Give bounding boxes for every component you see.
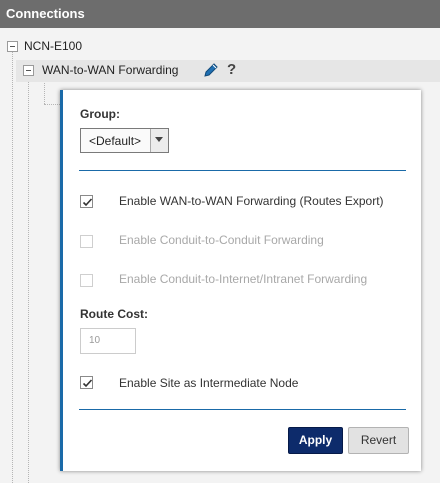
checkbox-wan-forwarding[interactable] [80,195,93,208]
collapse-toggle-wan-forwarding[interactable] [23,65,34,76]
collapse-toggle-root[interactable] [7,41,18,52]
checkbox-label: Enable Conduit-to-Conduit Forwarding [119,233,324,247]
route-cost-input[interactable]: 10 [80,328,136,354]
tree-guide-line [28,76,29,483]
tree-node-wan-to-wan-forwarding[interactable]: WAN-to-WAN Forwarding [42,63,178,77]
checkbox-intermediate-node[interactable] [80,376,93,389]
checkbox-label: Enable Site as Intermediate Node [119,376,299,390]
section-divider [79,409,406,410]
checkbox-label: Enable Conduit-to-Internet/Intranet Forw… [119,272,368,286]
group-select[interactable]: <Default> [80,128,169,153]
chevron-down-icon[interactable] [150,129,168,152]
revert-button[interactable]: Revert [348,427,409,454]
connections-header: Connections [0,0,440,28]
checkbox-internet-intranet-forwarding[interactable] [80,274,93,287]
tree-guide-line [12,52,13,483]
tree-node-ncn-e100[interactable]: NCN-E100 [24,39,82,53]
checkbox-label: Enable WAN-to-WAN Forwarding (Routes Exp… [119,194,384,208]
tree-guide-line [44,104,60,105]
pencil-icon[interactable] [203,62,219,78]
group-select-value: <Default> [89,134,142,148]
checkbox-conduit-forwarding[interactable] [80,235,93,248]
help-icon[interactable]: ? [227,61,236,78]
route-cost-label: Route Cost: [80,307,148,321]
section-divider [79,170,406,171]
apply-button[interactable]: Apply [288,427,343,454]
forwarding-settings-panel: Group: <Default> Enable WAN-to-WAN Forwa… [60,90,421,471]
group-label: Group: [80,107,120,121]
